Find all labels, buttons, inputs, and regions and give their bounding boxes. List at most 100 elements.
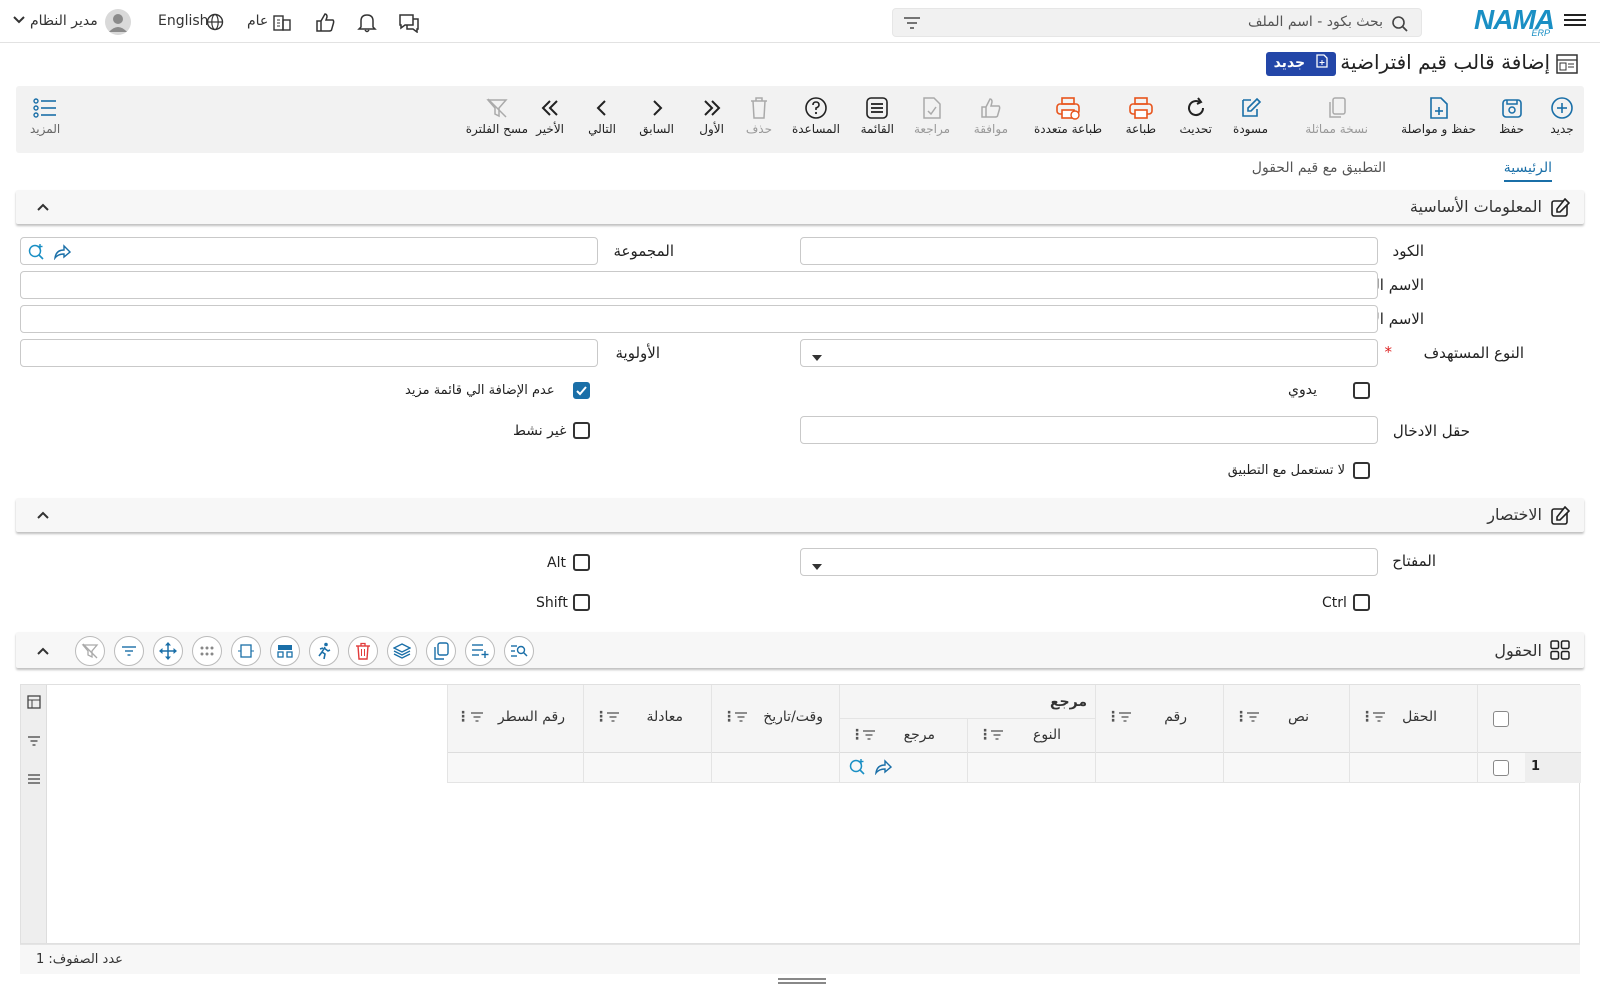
column-filter-icon[interactable]: [734, 711, 748, 727]
search-box[interactable]: بحث بكود - اسم الملف: [892, 8, 1422, 37]
help-button[interactable]: المساعدة: [792, 94, 840, 136]
grid-dots-button[interactable]: [192, 636, 222, 666]
filter-icon[interactable]: [903, 16, 921, 34]
column-filter-icon[interactable]: [1246, 711, 1260, 727]
duplicate-button[interactable]: نسخة مماثلة: [1305, 94, 1368, 136]
key-select[interactable]: [800, 548, 1378, 576]
cell-formula[interactable]: [583, 753, 711, 783]
column-filter-icon[interactable]: [990, 729, 1004, 745]
grid-copy-button[interactable]: [426, 636, 456, 666]
save-continue-button[interactable]: حفظ و مواصلة: [1401, 94, 1476, 136]
grid-run-button[interactable]: [309, 636, 339, 666]
search-icon[interactable]: [1391, 15, 1409, 37]
grid-fit-columns-button[interactable]: [231, 636, 261, 666]
chevron-down-icon[interactable]: [12, 14, 26, 30]
chevron-up-icon[interactable]: [36, 644, 50, 660]
chat-icon[interactable]: [397, 11, 421, 37]
row-checkbox[interactable]: [1493, 760, 1509, 776]
shortcut-section-header[interactable]: الاختصار: [16, 498, 1584, 532]
header-number[interactable]: رقم ⋮: [1095, 685, 1223, 753]
delete-button[interactable]: حذف: [746, 94, 772, 136]
previous-button[interactable]: السابق: [639, 94, 674, 136]
building-icon[interactable]: [272, 12, 292, 36]
share-icon[interactable]: [53, 244, 72, 264]
refresh-button[interactable]: تحديث: [1179, 94, 1212, 136]
filter-icon[interactable]: [27, 735, 41, 751]
column-menu-icon[interactable]: ⋮: [1106, 709, 1120, 725]
search-placeholder[interactable]: بحث بكود - اسم الملف: [1248, 14, 1383, 30]
branch-label[interactable]: عام: [247, 13, 268, 29]
cell-datetime[interactable]: [711, 753, 839, 783]
grid-add-row-button[interactable]: [465, 636, 495, 666]
cell-field[interactable]: [1349, 753, 1477, 783]
header-datetime[interactable]: وقت/تاريخ ⋮: [711, 685, 839, 753]
multi-print-button[interactable]: طباعة متعددة: [1034, 94, 1102, 136]
avatar[interactable]: [104, 8, 132, 40]
input-field-input[interactable]: [800, 416, 1378, 444]
shift-checkbox[interactable]: [573, 594, 590, 611]
next-button[interactable]: التالي: [588, 94, 616, 136]
english-name-input[interactable]: [20, 305, 1378, 333]
column-menu-icon[interactable]: ⋮: [1234, 709, 1248, 725]
grid-layers-button[interactable]: [387, 636, 417, 666]
column-filter-icon[interactable]: [606, 711, 620, 727]
thumbs-up-icon[interactable]: [314, 11, 336, 37]
column-menu-icon[interactable]: ⋮: [594, 709, 608, 725]
cell-text[interactable]: [1223, 753, 1349, 783]
header-formula[interactable]: معادلة ⋮: [583, 685, 711, 753]
header-type[interactable]: النوع ⋮: [967, 719, 1095, 753]
manual-checkbox[interactable]: [1353, 382, 1370, 399]
target-type-select[interactable]: [800, 339, 1378, 367]
print-button[interactable]: طباعة: [1126, 94, 1156, 136]
inactive-checkbox[interactable]: [573, 422, 590, 439]
grid-delete-button[interactable]: [348, 636, 378, 666]
table-icon[interactable]: [27, 695, 41, 713]
select-all-checkbox[interactable]: [1493, 711, 1509, 727]
approve-button[interactable]: موافقة: [974, 94, 1008, 136]
column-filter-icon[interactable]: [1372, 711, 1386, 727]
code-input[interactable]: [800, 237, 1378, 265]
chevron-up-icon[interactable]: [36, 508, 50, 524]
column-filter-icon[interactable]: [862, 729, 876, 745]
chevron-up-icon[interactable]: [36, 200, 50, 216]
group-input[interactable]: [20, 237, 598, 265]
cell-ref[interactable]: [839, 753, 967, 783]
save-button[interactable]: حفظ: [1499, 94, 1524, 136]
cell-type[interactable]: [967, 753, 1095, 783]
basic-info-section-header[interactable]: المعلومات الأساسية: [16, 190, 1584, 224]
clear-filter-button[interactable]: مسح الفلترة: [466, 94, 528, 136]
cell-line-number[interactable]: [447, 753, 583, 783]
tab-main[interactable]: الرئيسية: [1503, 160, 1552, 182]
more-button[interactable]: المزيد: [30, 94, 60, 136]
grid-clear-filter-button[interactable]: [75, 636, 105, 666]
column-menu-icon[interactable]: ⋮: [978, 727, 992, 743]
header-ref[interactable]: مرجع ⋮: [839, 719, 967, 753]
grid-merge-button[interactable]: [270, 636, 300, 666]
ctrl-checkbox[interactable]: [1353, 594, 1370, 611]
dropdown-arrow-icon[interactable]: [811, 559, 823, 575]
menu-lines-icon[interactable]: [27, 773, 41, 789]
review-button[interactable]: مراجعة: [914, 94, 950, 136]
grid-search-button[interactable]: [504, 636, 534, 666]
column-menu-icon[interactable]: ⋮: [456, 709, 470, 725]
header-line-number[interactable]: رقم السطر ⋮: [447, 685, 583, 753]
grid-move-button[interactable]: [153, 636, 183, 666]
header-field[interactable]: الحقل ⋮: [1349, 685, 1477, 753]
list-button[interactable]: القائمة: [861, 94, 894, 136]
language-switch[interactable]: English: [158, 13, 209, 29]
share-icon[interactable]: [874, 759, 893, 779]
tab-apply-field-values[interactable]: التطبيق مع قيم الحقول: [1252, 160, 1386, 176]
no-add-more-checkbox[interactable]: [573, 382, 590, 399]
dropdown-arrow-icon[interactable]: [811, 350, 823, 366]
bell-icon[interactable]: [356, 11, 378, 37]
column-menu-icon[interactable]: ⋮: [722, 709, 736, 725]
table-row[interactable]: 1: [447, 753, 1581, 783]
last-button[interactable]: الأخير: [536, 94, 564, 136]
not-used-apply-checkbox[interactable]: [1353, 462, 1370, 479]
column-menu-icon[interactable]: ⋮: [1360, 709, 1374, 725]
draft-button[interactable]: مسودة: [1233, 94, 1268, 136]
column-menu-icon[interactable]: ⋮: [850, 727, 864, 743]
grid-filter-button[interactable]: [114, 636, 144, 666]
priority-input[interactable]: [20, 339, 598, 367]
column-filter-icon[interactable]: [470, 711, 484, 727]
